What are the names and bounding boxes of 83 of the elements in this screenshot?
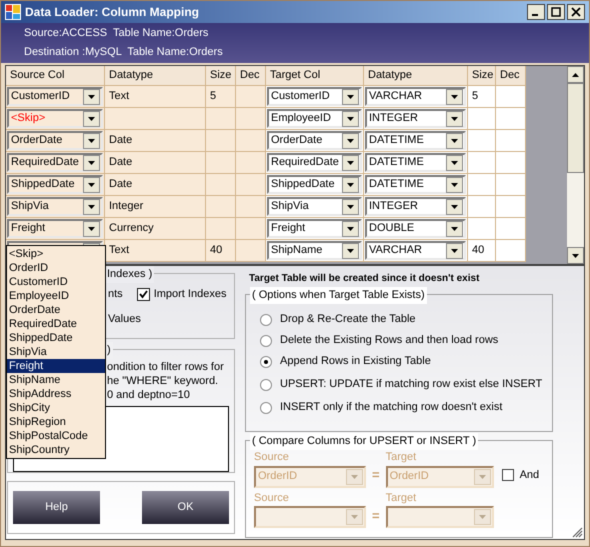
table-cell: Date	[105, 152, 206, 174]
radio-label: Drop & Re-Create the Table	[280, 312, 416, 328]
dropdown-item[interactable]: ShipRegion	[7, 415, 105, 429]
notice-text: Target Table will be created since it doesn't exist	[249, 272, 480, 286]
table-cell: Integer	[105, 196, 206, 218]
column-combobox[interactable]: OrderDate	[7, 131, 103, 150]
column-header: Size	[206, 66, 236, 86]
dropdown-item[interactable]: EmployeeID	[7, 289, 105, 303]
dropdown-item[interactable]: <Skip>	[7, 247, 105, 261]
column-header: Source Col	[6, 66, 105, 86]
table-cell: 40	[206, 240, 236, 262]
group-legend: Indexes )	[105, 266, 154, 282]
dropdown-item[interactable]: ShippedDate	[7, 331, 105, 345]
dropdown-item[interactable]: RequiredDate	[7, 317, 105, 331]
equals-sign: =	[372, 506, 380, 524]
source-label: Source	[254, 490, 290, 506]
dropdown-item[interactable]: CustomerID	[7, 275, 105, 289]
column-combobox[interactable]: ShipName	[267, 241, 362, 260]
column-combobox[interactable]: INTEGER	[365, 109, 466, 128]
dropdown-item[interactable]: ShipPostalCode	[7, 429, 105, 443]
help-button[interactable]: Help	[13, 491, 100, 524]
table-cell: 5	[468, 86, 496, 108]
radio-label: INSERT only if the matching row doesn't exist	[280, 400, 502, 416]
dropdown-item[interactable]: Freight	[7, 359, 105, 373]
source-info: Source:ACCESS Table Name:Orders	[24, 26, 210, 42]
dropdown-item[interactable]: ShipCity	[7, 401, 105, 415]
column-combobox[interactable]: DATETIME	[365, 131, 466, 150]
window-title: Data Loader: Column Mapping	[25, 4, 199, 21]
column-combobox[interactable]: INTEGER	[365, 197, 466, 216]
column-combobox[interactable]: RequiredDate	[7, 153, 103, 172]
column-header: Dec	[236, 66, 266, 86]
checkbox-label: And	[520, 468, 540, 483]
filter-instruction: he "WHERE" keyword.	[107, 374, 220, 388]
column-combobox[interactable]: VARCHAR	[365, 87, 466, 106]
column-header: Size	[468, 66, 496, 86]
group-legend: ( Compare Columns for UPSERT or INSERT )	[250, 433, 478, 450]
filter-instruction: 0 and deptno=10	[107, 388, 191, 402]
radio-label: Append Rows in Existing Table	[280, 354, 431, 370]
column-combobox[interactable]: RequiredDate	[267, 153, 362, 172]
radio-label: Delete the Existing Rows and then load rows	[280, 333, 498, 348]
table-cell: 40	[468, 240, 496, 262]
equals-sign: =	[372, 466, 380, 484]
checkbox-label: Import Indexes	[154, 287, 226, 302]
column-header: Dec	[496, 66, 526, 86]
column-combobox[interactable]: ShippedDate	[267, 175, 362, 194]
table-cell: Date	[105, 130, 206, 152]
dropdown-item[interactable]: ShipName	[7, 373, 105, 387]
dropdown-item[interactable]: ShipCountry	[7, 443, 105, 457]
target-label: Target	[386, 450, 418, 465]
table-cell: Date	[105, 174, 206, 196]
column-combobox[interactable]: OrderDate	[267, 131, 362, 150]
radio-label: UPSERT: UPDATE if matching row exist else INSERT	[280, 377, 542, 392]
column-header: Datatype	[364, 66, 468, 86]
column-combobox[interactable]: EmployeeID	[267, 109, 362, 128]
dropdown-item[interactable]: ShipAddress	[7, 387, 105, 401]
column-combobox[interactable]: CustomerID	[267, 87, 362, 106]
column-header: Target Col	[266, 66, 364, 86]
dropdown-item[interactable]: OrderDate	[7, 303, 105, 317]
group-legend: ( Options when Target Table Exists)	[250, 287, 427, 304]
ok-button[interactable]: OK	[142, 491, 229, 524]
source-label: Source	[254, 450, 290, 465]
table-cell: 5	[206, 86, 236, 108]
table-cell: Currency	[105, 218, 206, 240]
table-cell: Text	[105, 86, 206, 108]
filter-instruction: ondition to filter rows for	[107, 360, 225, 374]
table-cell: Text	[105, 240, 206, 262]
column-combobox[interactable]: DATETIME	[365, 153, 466, 172]
column-header: Datatype	[105, 66, 206, 86]
target-label: Target	[386, 490, 418, 506]
option-label: Values	[108, 312, 142, 326]
option-label: nts	[108, 287, 123, 302]
column-combobox[interactable]: Freight	[7, 219, 103, 238]
column-combobox[interactable]: ShippedDate	[7, 175, 103, 194]
column-combobox[interactable]: VARCHAR	[365, 241, 466, 260]
dropdown-item[interactable]: ShipVia	[7, 345, 105, 359]
column-combobox[interactable]: ShipVia	[267, 197, 362, 216]
column-combobox[interactable]: Freight	[267, 219, 362, 238]
column-combobox[interactable]: DOUBLE	[365, 219, 466, 238]
destination-info: Destination :MySQL Table Name:Orders	[24, 45, 224, 60]
column-combobox[interactable]: CustomerID	[7, 87, 103, 106]
dropdown-item[interactable]: OrderID	[7, 261, 105, 275]
column-combobox[interactable]: ShipVia	[7, 197, 103, 216]
column-combobox[interactable]: DATETIME	[365, 175, 466, 194]
